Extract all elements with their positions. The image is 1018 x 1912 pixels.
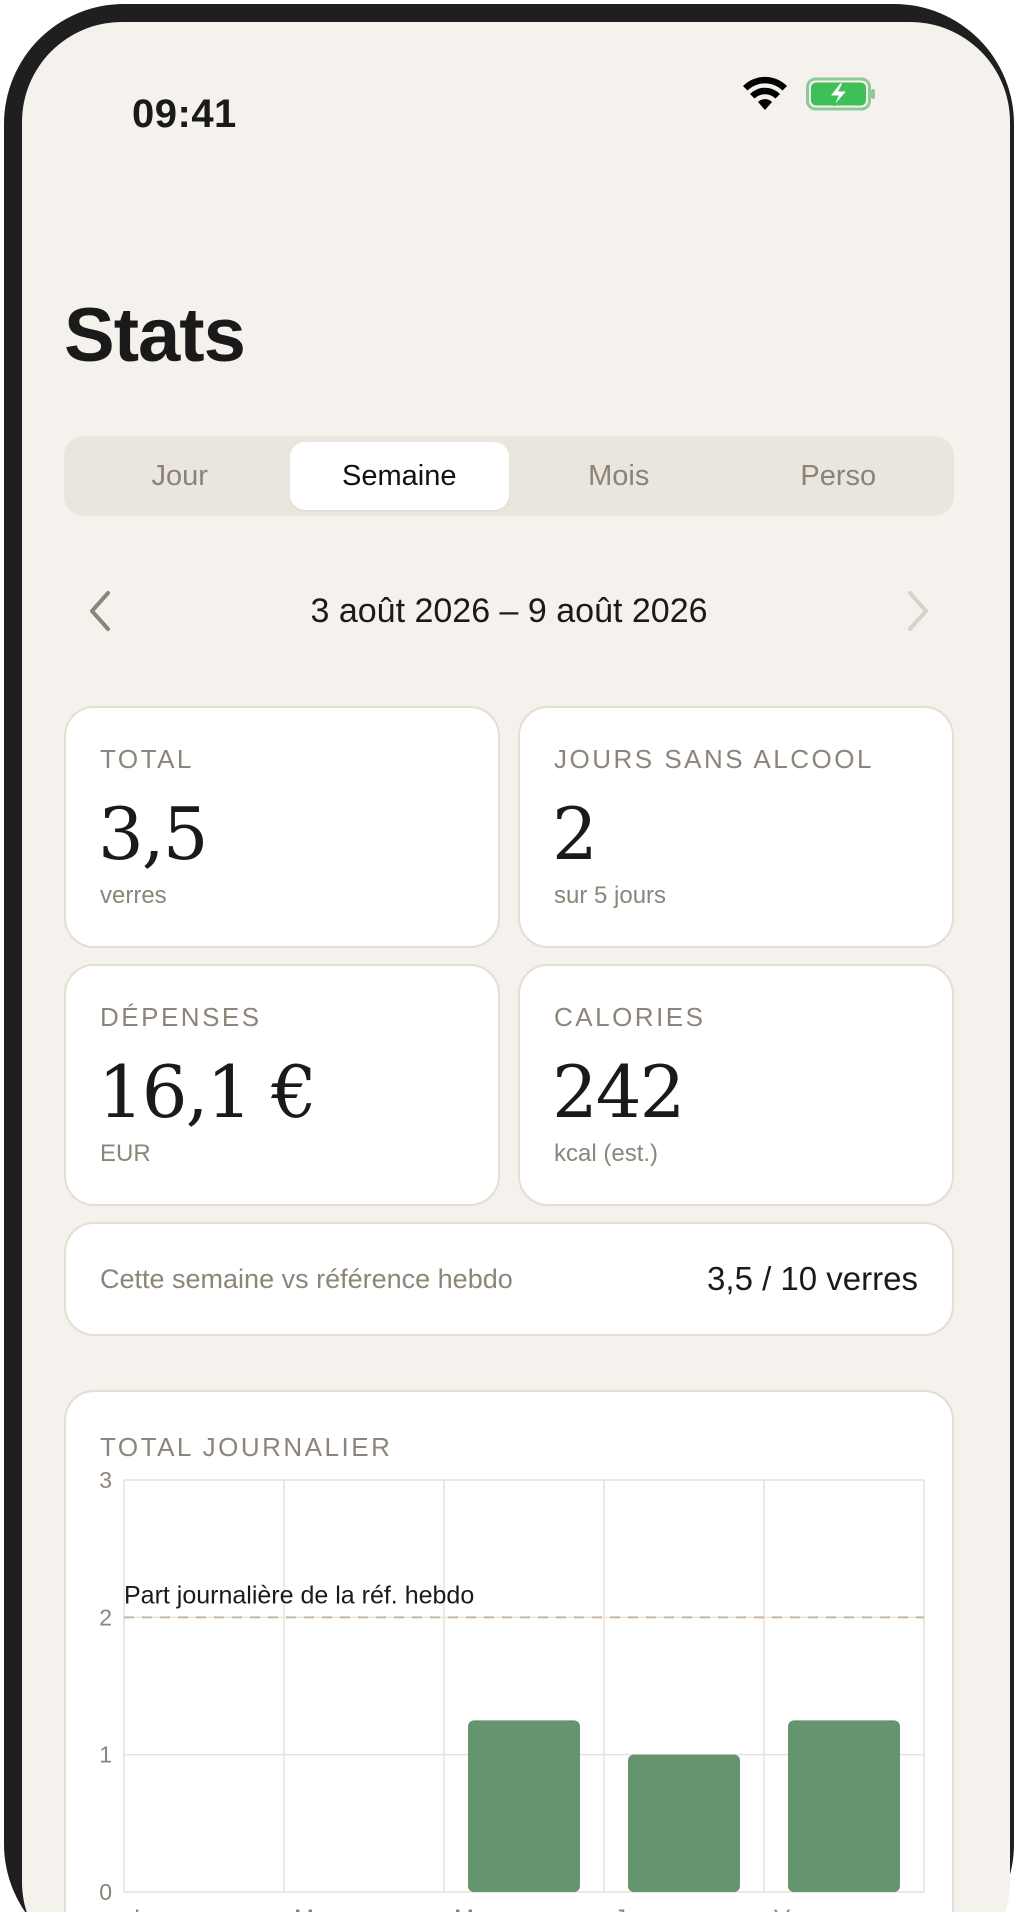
bar-2 [468, 1720, 580, 1892]
alcohol-free-days-label: JOURS SANS ALCOOL [554, 744, 874, 774]
x-tick-label: V [774, 1905, 790, 1912]
daily-total-chart-card: TOTAL JOURNALIER 0 1 2 3 Part journalière de… [64, 1390, 954, 1912]
wifi-icon [743, 76, 787, 110]
date-navigation: 3 août 2026 – 9 août 2026 [64, 574, 954, 648]
weekly-reference-label: Cette semaine vs référence hebdo [100, 1263, 513, 1294]
total-value: 3,5 [98, 792, 209, 876]
previous-week-button[interactable] [64, 574, 138, 648]
period-segmented-control: Jour Semaine Mois Perso [64, 436, 954, 516]
screen: 09:41 Stats Jour Semaine Mois Perso 3 ao… [22, 22, 1010, 1912]
x-tick-label: M [454, 1905, 474, 1912]
tab-semaine[interactable]: Semaine [289, 442, 509, 510]
total-unit: verres [100, 882, 167, 909]
spending-unit: EUR [100, 1140, 151, 1167]
y-tick-label: 3 [99, 1467, 112, 1493]
spending-card: DÉPENSES 16,1 € EUR [64, 964, 500, 1206]
y-tick-label: 1 [99, 1742, 112, 1768]
chevron-right-icon [908, 591, 928, 631]
alcohol-free-days-value: 2 [552, 792, 598, 876]
alcohol-free-days-card: JOURS SANS ALCOOL 2 sur 5 jours [518, 706, 954, 948]
calories-value: 242 [552, 1050, 685, 1134]
date-range-label: 3 août 2026 – 9 août 2026 [310, 591, 708, 630]
tab-jour[interactable]: Jour [70, 442, 290, 510]
y-tick-label: 0 [99, 1879, 112, 1905]
bar-4 [788, 1720, 900, 1892]
weekly-reference-value: 3,5 / 10 verres [707, 1260, 918, 1297]
page-title: Stats [64, 293, 246, 378]
status-time: 09:41 [132, 92, 237, 136]
tab-mois[interactable]: Mois [509, 442, 729, 510]
spending-value: 16,1 € [98, 1050, 317, 1134]
reference-line-label: Part journalière de la réf. hebdo [124, 1581, 474, 1609]
weekly-reference-card: Cette semaine vs référence hebdo 3,5 / 1… [64, 1222, 954, 1336]
battery-charging-icon [806, 77, 875, 111]
daily-total-chart: 0 1 2 3 Part journalière de la réf. hebdo L M M… [99, 1467, 925, 1912]
next-week-button[interactable] [880, 574, 954, 648]
x-tick-label: L [134, 1905, 147, 1912]
total-label: TOTAL [100, 744, 194, 774]
bar-3 [628, 1754, 740, 1892]
tab-perso[interactable]: Perso [729, 442, 949, 510]
alcohol-free-days-unit: sur 5 jours [554, 882, 667, 909]
x-tick-label: M [294, 1905, 314, 1912]
y-tick-label: 2 [99, 1604, 112, 1630]
spending-label: DÉPENSES [100, 1002, 262, 1032]
calories-unit: kcal (est.) [554, 1140, 659, 1167]
calories-label: CALORIES [554, 1002, 706, 1032]
x-tick-label: J [614, 1905, 626, 1912]
total-card: TOTAL 3,5 verres [64, 706, 500, 948]
calories-card: CALORIES 242 kcal (est.) [518, 964, 954, 1206]
chevron-left-icon [90, 591, 110, 631]
